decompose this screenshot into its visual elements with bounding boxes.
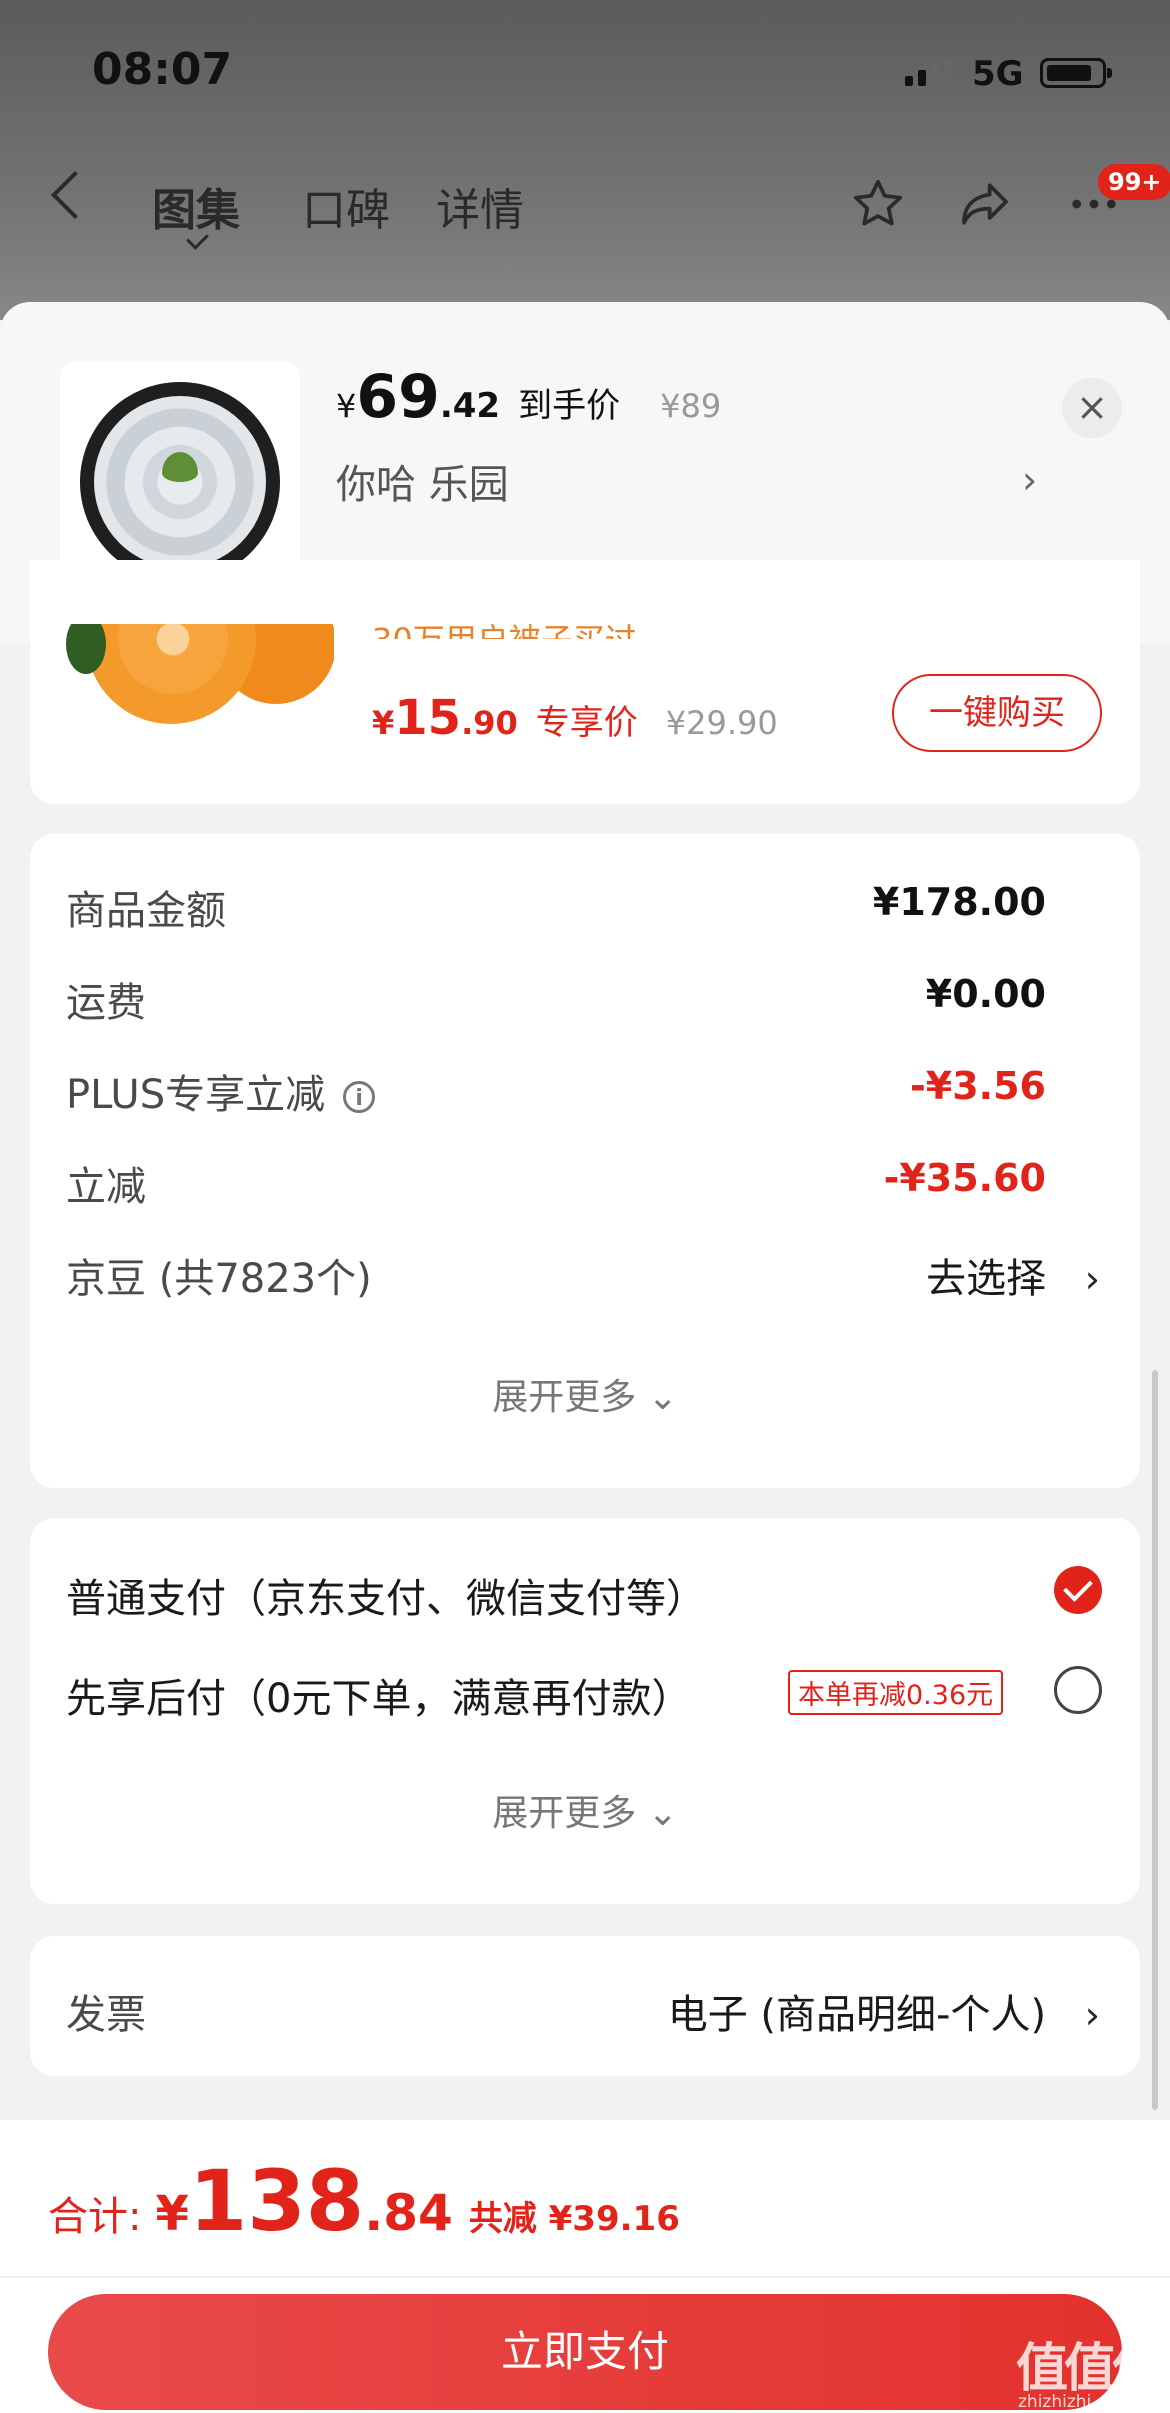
goods-amount-label: 商品金额	[66, 888, 226, 934]
total-label: 合计:	[48, 2194, 142, 2240]
battery-icon	[1040, 58, 1112, 88]
tab-details[interactable]: 详情	[436, 174, 524, 238]
instant-discount-value: -¥35.60	[883, 1156, 1046, 1200]
price-decimal: .42	[439, 386, 501, 426]
network-label: 5G	[972, 54, 1024, 94]
discount-tag: 本单再减0.36元	[788, 1670, 1004, 1715]
expand-more-button[interactable]: 展开更多 ⌄	[0, 1368, 1170, 1420]
shipping-label: 运费	[66, 980, 146, 1026]
payment-option-pay-later[interactable]: 先享后付（0元下单，满意再付款）	[66, 1666, 691, 1724]
info-icon[interactable]: i	[343, 1081, 376, 1113]
message-count-badge: 99+	[1098, 164, 1170, 200]
watermark-url: zhizhizhi.com	[1018, 2392, 1133, 2412]
invoice-value: 电子 (商品明细-个人)	[667, 1992, 1047, 2038]
plus-discount-label: PLUS专享立减	[66, 1072, 326, 1118]
total-saving: 共减 ¥39.16	[468, 2199, 680, 2239]
total-integer: 138	[188, 2152, 365, 2250]
watermark-logo: 值值值	[1016, 2339, 1164, 2399]
recommend-price: ¥ 15 .90 专享价 ¥29.90	[372, 690, 778, 746]
chevron-right-icon: ›	[1084, 1257, 1100, 1301]
price-decimal: .90	[461, 704, 518, 742]
radio-checked-icon[interactable]	[1054, 1566, 1102, 1614]
expand-more-payment-button[interactable]: 展开更多 ⌄	[0, 1784, 1170, 1836]
invoice-label: 发票	[66, 1992, 146, 2038]
original-price: ¥29.90	[665, 704, 778, 742]
currency-symbol: ¥	[336, 387, 357, 425]
invoice-value-row[interactable]: 电子 (商品明细-个人) ›	[668, 1982, 1100, 2040]
divider	[0, 2276, 1170, 2278]
promo-text: 30万用户被子买过	[372, 615, 637, 639]
jingdou-label: 京豆 (共7823个)	[66, 1256, 372, 1302]
tab-reviews[interactable]: 口碑	[302, 174, 390, 238]
close-button[interactable]: ×	[1062, 378, 1122, 438]
product-spec[interactable]: 你哈 乐园	[336, 452, 509, 510]
signal-icon	[905, 58, 952, 86]
radio-unchecked-icon[interactable]	[1054, 1666, 1102, 1714]
spec-chevron-icon[interactable]: ›	[1022, 458, 1037, 502]
price-integer: 69	[356, 362, 440, 432]
payment-option-normal[interactable]: 普通支付（京东支付、微信支付等）	[66, 1566, 706, 1624]
selected-price: ¥ 69 .42 到手价 ¥89	[336, 362, 721, 432]
currency-symbol: ¥	[155, 2186, 189, 2242]
total-decimal: .84	[364, 2184, 453, 2242]
jingdou-select[interactable]: 去选择 ›	[926, 1246, 1100, 1304]
one-click-buy-button[interactable]: 一键购买	[892, 674, 1102, 752]
shipping-value: ¥0.00	[925, 972, 1046, 1016]
price-tag: 专享价	[535, 703, 638, 743]
share-icon[interactable]	[956, 176, 1014, 232]
plus-discount-row: PLUS专享立减 i	[66, 1062, 376, 1120]
chevron-right-icon: ›	[1084, 1993, 1100, 2037]
total-amount: 合计: ¥ 138 .84 共减 ¥39.16	[48, 2152, 680, 2250]
pay-now-button[interactable]: 立即支付	[48, 2294, 1122, 2410]
price-integer: 15	[394, 690, 462, 746]
scrollbar[interactable]	[1152, 1370, 1158, 2110]
jingdou-select-label: 去选择	[926, 1256, 1047, 1302]
favorite-star-icon[interactable]	[850, 176, 906, 232]
tab-gallery[interactable]: 图集	[152, 174, 240, 238]
plus-discount-value: -¥3.56	[910, 1064, 1046, 1108]
instant-discount-label: 立减	[66, 1164, 146, 1210]
price-label: 到手价	[518, 386, 621, 426]
original-price: ¥89	[660, 387, 722, 425]
currency-symbol: ¥	[372, 704, 395, 742]
status-time: 08:07	[92, 44, 233, 95]
product-image-orange	[66, 624, 334, 754]
goods-amount-value: ¥178.00	[872, 880, 1046, 924]
